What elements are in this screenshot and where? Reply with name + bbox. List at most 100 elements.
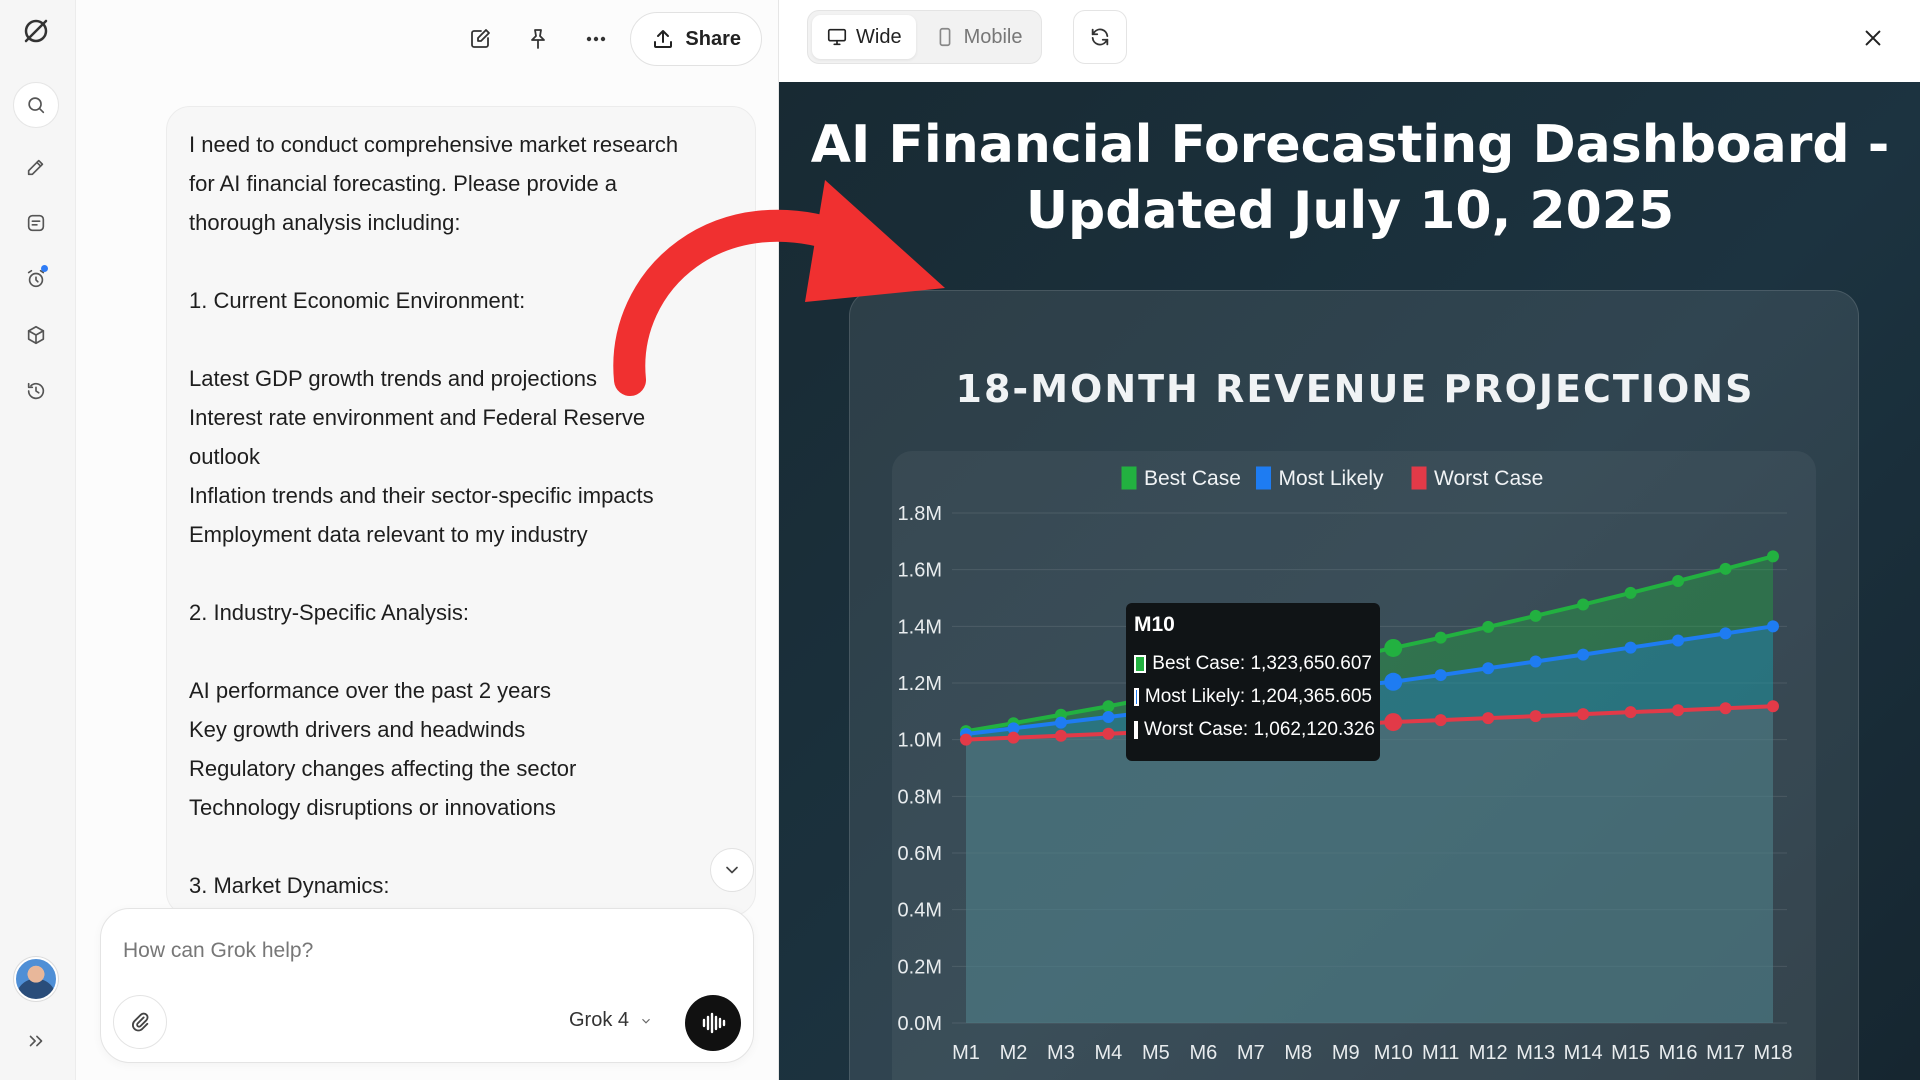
x-tick-label: M18 (1754, 1042, 1793, 1064)
x-tick-label: M14 (1564, 1042, 1603, 1064)
message-line: Key growth drivers and headwinds (189, 717, 526, 742)
x-tick-label: M5 (1142, 1042, 1170, 1064)
message-line: Latest GDP growth trends and projections (189, 366, 598, 391)
paperclip-icon (131, 1012, 149, 1032)
legend-swatch (1256, 466, 1271, 490)
grok-logo-icon[interactable] (13, 8, 59, 54)
dashboard-title: AI Financial Forecasting Dashboard - Upd… (779, 112, 1920, 244)
user-message-bubble: I need to conduct comprehensive market r… (166, 106, 756, 916)
projects-button[interactable] (13, 312, 59, 358)
message-line (189, 827, 733, 866)
data-point (1577, 648, 1590, 661)
chevron-down-icon (642, 1018, 650, 1024)
message-line: 3. Market Dynamics: (189, 873, 390, 898)
chevrons-right-icon (29, 1035, 43, 1047)
y-tick-label: 1.8M (898, 503, 942, 525)
more-icon (587, 36, 606, 42)
waveform-icon (702, 1012, 726, 1034)
upload-icon (654, 30, 673, 48)
wide-view-button[interactable]: Wide (812, 15, 916, 59)
y-tick-label: 1.2M (898, 673, 942, 695)
phone-icon (939, 27, 950, 47)
wide-label: Wide (856, 25, 902, 48)
x-tick-label: M9 (1332, 1042, 1360, 1064)
data-point (1434, 669, 1447, 682)
dashboard-title-line-1: AI Financial Forecasting Dashboard - (810, 115, 1890, 175)
voice-mode-button[interactable] (685, 995, 741, 1051)
data-point (1529, 609, 1542, 622)
history-button[interactable] (13, 368, 59, 414)
data-point (1719, 702, 1732, 715)
chevron-down-icon (726, 866, 738, 874)
chart-card: 18-MONTH REVENUE PROJECTIONS 0.0M 0.2M 0.4… (849, 290, 1859, 1080)
prompt-input[interactable] (123, 939, 683, 963)
close-preview-button[interactable] (1851, 16, 1895, 60)
data-point (1007, 731, 1020, 744)
data-point (1529, 655, 1542, 668)
pin-button[interactable] (514, 15, 562, 63)
chat-panel: Share I need to conduct comprehensive ma… (76, 0, 778, 1080)
message-line (189, 632, 733, 671)
data-point (1482, 620, 1495, 633)
message-line (189, 320, 733, 359)
x-tick-label: M12 (1469, 1042, 1508, 1064)
tasks-button[interactable] (13, 256, 59, 302)
message-line (189, 554, 733, 593)
scroll-down-button[interactable] (710, 848, 754, 892)
tooltip-row-best: Best Case: 1,323,650.607 (1134, 647, 1372, 680)
data-point (1434, 631, 1447, 644)
x-tick-label: M15 (1611, 1042, 1650, 1064)
avatar[interactable] (14, 957, 58, 1001)
y-tick-label: 0.0M (898, 1013, 942, 1035)
message-line: for AI financial forecasting. Please pro… (189, 171, 618, 196)
message-line: Inflation trends and their sector-specif… (189, 483, 654, 508)
model-selector[interactable]: Grok 4 (569, 1009, 653, 1032)
revenue-chart[interactable]: 0.0M 0.2M 0.4M 0.6M 0.8M 1.0M 1.2M 1.4M 1.6M 1.8M… (892, 451, 1816, 1080)
view-mode-toggle: Wide Mobile (807, 10, 1042, 64)
message-line: Employment data relevant to my industry (189, 522, 588, 547)
y-tick-label: 1.4M (898, 616, 942, 638)
more-button[interactable] (572, 15, 620, 63)
data-point (1719, 627, 1732, 640)
tooltip-swatch-likely (1134, 687, 1139, 706)
attach-button[interactable] (113, 995, 167, 1049)
chart-title: 18-MONTH REVENUE PROJECTIONS (955, 367, 1755, 411)
y-tick-label: 0.2M (898, 956, 942, 978)
cube-icon (27, 325, 45, 345)
pin-icon (531, 29, 546, 49)
data-point (1482, 662, 1495, 675)
mobile-view-button[interactable]: Mobile (920, 15, 1037, 59)
data-point (1624, 706, 1637, 719)
chart-container: 0.0M 0.2M 0.4M 0.6M 0.8M 1.0M 1.2M 1.4M 1.6M 1.8M… (892, 451, 1816, 1080)
y-tick-label: 0.6M (898, 843, 942, 865)
y-tick-label: 0.4M (898, 900, 942, 922)
expand-sidebar-button[interactable] (13, 1018, 59, 1064)
edit-button[interactable] (456, 15, 504, 63)
message-line: Interest rate environment and Federal Re… (189, 405, 646, 430)
x-tick-label: M6 (1189, 1042, 1217, 1064)
search-icon (28, 97, 45, 114)
data-point (1529, 710, 1542, 723)
tooltip-title: M10 (1134, 613, 1175, 636)
data-point (1672, 575, 1685, 587)
message-line: I need to conduct comprehensive market r… (189, 132, 679, 157)
data-point (1384, 713, 1403, 732)
notes-button[interactable] (13, 200, 59, 246)
message-line: 2. Industry-Specific Analysis: (189, 600, 470, 625)
tooltip-row-worst: Worst Case: 1,062,120.326 (1134, 713, 1375, 746)
model-label: Grok 4 (569, 1009, 630, 1031)
share-button[interactable]: Share (630, 12, 762, 66)
search-button[interactable] (13, 82, 59, 128)
message-line: thorough analysis including: (189, 210, 461, 235)
data-point (1767, 550, 1779, 563)
tooltip-value-best: Best Case: 1,323,650.607 (1152, 652, 1372, 674)
dashboard-canvas: AI Financial Forecasting Dashboard - Upd… (779, 82, 1920, 1080)
notification-dot (41, 265, 48, 272)
refresh-button[interactable] (1073, 10, 1127, 64)
monitor-icon (827, 28, 847, 46)
mobile-label: Mobile (963, 25, 1023, 48)
new-chat-button[interactable] (13, 144, 59, 190)
x-tick-label: M13 (1516, 1042, 1555, 1064)
message-line: 1. Current Economic Environment: (189, 288, 526, 313)
data-point (1719, 562, 1732, 575)
